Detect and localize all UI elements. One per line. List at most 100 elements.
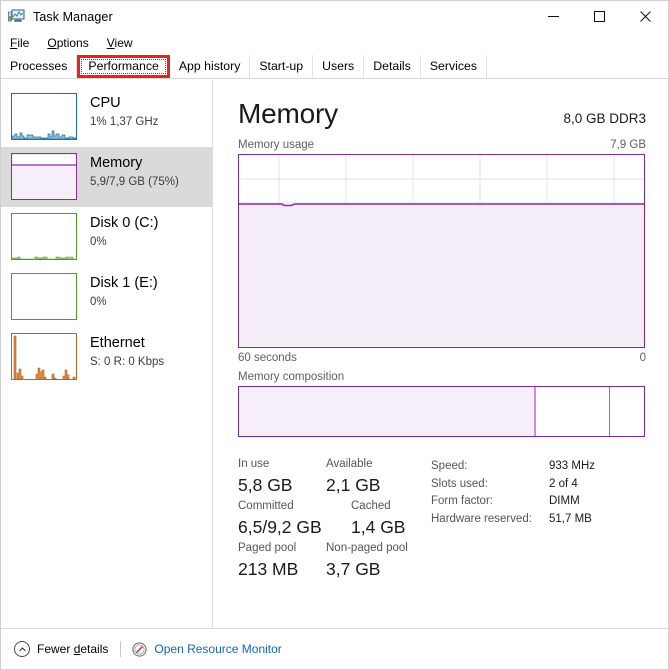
sidebar-item-sub: 5,9/7,9 GB (75%) xyxy=(90,176,179,188)
stats-row-1: In use 5,8 GB Available 2,1 GB xyxy=(238,456,428,498)
cpu-thumbnail-graph xyxy=(11,93,77,140)
title-bar: Task Manager xyxy=(1,1,668,32)
fewer-details-label: Fewer details xyxy=(37,642,109,656)
tab-start-up[interactable]: Start-up xyxy=(250,55,314,78)
axis-left-label: 60 seconds xyxy=(238,352,297,364)
stat-label: In use xyxy=(238,458,270,470)
stat-label: Committed xyxy=(238,500,294,512)
menu-options[interactable]: Options xyxy=(47,34,97,52)
sidebar-item-sub: 0% xyxy=(90,236,107,248)
memory-stats-right: Speed: 933 MHz Slots used: 2 of 4 Form f… xyxy=(431,456,595,582)
detail-header: Memory 8,0 GB DDR3 xyxy=(238,98,646,130)
stat-speed: Speed: 933 MHz xyxy=(431,458,595,476)
stat-form-factor: Form factor: DIMM xyxy=(431,493,595,511)
sidebar-item-ethernet[interactable]: Ethernet S: 0 R: 0 Kbps xyxy=(1,327,212,387)
menu-view[interactable]: View xyxy=(107,34,142,52)
close-button[interactable] xyxy=(622,1,668,32)
stat-value: 1,4 GB xyxy=(351,517,406,537)
page-title: Memory xyxy=(238,98,338,129)
sidebar-item-disk0[interactable]: Disk 0 (C:) 0% xyxy=(1,207,212,267)
status-separator xyxy=(120,641,122,657)
window-title: Task Manager xyxy=(33,9,113,24)
stat-committed: Committed 6,5/9,2 GB xyxy=(238,498,351,540)
stat-value: 3,7 GB xyxy=(326,559,381,579)
stat-label: Cached xyxy=(351,500,391,512)
stat-label: Hardware reserved: xyxy=(431,512,532,525)
stat-label: Non-paged pool xyxy=(326,542,408,554)
axis-right-label: 0 xyxy=(639,352,646,364)
stat-value: 6,5/9,2 GB xyxy=(238,517,322,537)
usage-max-label: 7,9 GB xyxy=(610,139,646,151)
memory-total: 8,0 GB DDR3 xyxy=(563,111,646,126)
disk1-thumbnail-graph xyxy=(11,273,77,320)
stat-value: 2 of 4 xyxy=(549,477,578,490)
tab-processes[interactable]: Processes xyxy=(1,55,78,78)
tab-bar: Processes Performance App history Start-… xyxy=(1,55,668,79)
window-controls xyxy=(530,1,668,32)
memory-usage-graph[interactable] xyxy=(238,154,645,348)
stat-value: 51,7 MB xyxy=(549,512,592,525)
open-resource-monitor-link[interactable]: Open Resource Monitor xyxy=(132,641,282,657)
sidebar-item-label: Ethernet xyxy=(90,335,145,351)
sidebar-item-cpu[interactable]: CPU 1% 1,37 GHz xyxy=(1,87,212,147)
menu-bar: File Options View xyxy=(1,32,668,54)
memory-usage-plot xyxy=(239,155,644,347)
chevron-up-icon xyxy=(14,641,30,657)
stat-available: Available 2,1 GB xyxy=(326,456,380,498)
tab-users[interactable]: Users xyxy=(313,55,365,78)
performance-sidebar: CPU 1% 1,37 GHz Memory 5,9/7,9 GB (75%) xyxy=(1,80,213,628)
memory-thumbnail-graph xyxy=(11,153,77,200)
fewer-details-button[interactable]: Fewer details xyxy=(14,641,108,657)
performance-detail-panel: Memory 8,0 GB DDR3 Memory usage 7,9 GB 6… xyxy=(214,80,668,628)
stat-value: 2,1 GB xyxy=(326,475,381,495)
sidebar-item-label: CPU xyxy=(90,95,121,111)
stat-value: 213 MB xyxy=(238,559,299,579)
stat-label: Form factor: xyxy=(431,495,493,507)
sidebar-item-sub: 0% xyxy=(90,296,107,308)
tab-performance[interactable]: Performance xyxy=(80,58,167,75)
composition-segment-in-use xyxy=(239,387,537,436)
open-resource-monitor-label: Open Resource Monitor xyxy=(154,642,282,656)
menu-file[interactable]: File xyxy=(10,34,38,52)
composition-segment-divider xyxy=(609,387,611,436)
task-manager-icon xyxy=(8,8,25,25)
tab-details[interactable]: Details xyxy=(364,55,421,78)
stat-label: Slots used: xyxy=(431,477,488,490)
stat-hardware-reserved: Hardware reserved: 51,7 MB xyxy=(431,511,595,529)
ethernet-thumbnail-graph xyxy=(11,333,77,380)
stat-label: Paged pool xyxy=(238,542,297,554)
stat-slots-used: Slots used: 2 of 4 xyxy=(431,476,595,494)
sidebar-item-disk1[interactable]: Disk 1 (E:) 0% xyxy=(1,267,212,327)
usage-label: Memory usage xyxy=(238,139,315,151)
status-bar: Fewer details Open Resource Monitor xyxy=(1,628,668,669)
memory-statistics: In use 5,8 GB Available 2,1 GB Committed… xyxy=(238,456,646,582)
stat-value: DIMM xyxy=(549,495,580,507)
minimize-button[interactable] xyxy=(530,1,576,32)
tab-app-history[interactable]: App history xyxy=(169,55,251,78)
stats-row-2: Committed 6,5/9,2 GB Cached 1,4 GB xyxy=(238,498,428,540)
sidebar-item-sub: S: 0 R: 0 Kbps xyxy=(90,356,165,368)
disk0-thumbnail-graph xyxy=(11,213,77,260)
stat-in-use: In use 5,8 GB xyxy=(238,456,326,498)
stat-cached: Cached 1,4 GB xyxy=(351,498,405,540)
stat-label: Available xyxy=(326,458,373,470)
sidebar-item-sub: 1% 1,37 GHz xyxy=(90,116,159,128)
memory-composition-bar[interactable] xyxy=(238,386,645,437)
maximize-button[interactable] xyxy=(576,1,622,32)
composition-label: Memory composition xyxy=(238,371,345,383)
resource-monitor-icon xyxy=(132,641,147,657)
sidebar-item-memory[interactable]: Memory 5,9/7,9 GB (75%) xyxy=(1,147,212,207)
stat-value: 5,8 GB xyxy=(238,475,293,495)
graph-axis-labels: 60 seconds 0 xyxy=(238,352,646,364)
sidebar-item-label: Memory xyxy=(90,155,143,171)
stat-paged-pool: Paged pool 213 MB xyxy=(238,540,326,582)
usage-header: Memory usage 7,9 GB xyxy=(238,139,646,151)
stat-non-paged-pool: Non-paged pool 3,7 GB xyxy=(326,540,408,582)
tab-services[interactable]: Services xyxy=(420,55,487,78)
stat-label: Speed: xyxy=(431,460,468,472)
sidebar-item-label: Disk 0 (C:) xyxy=(90,215,159,231)
memory-stats-left: In use 5,8 GB Available 2,1 GB Committed… xyxy=(238,456,428,582)
sidebar-item-label: Disk 1 (E:) xyxy=(90,275,158,291)
tab-performance-highlight: Performance xyxy=(77,55,170,78)
stats-row-3: Paged pool 213 MB Non-paged pool 3,7 GB xyxy=(238,540,428,582)
